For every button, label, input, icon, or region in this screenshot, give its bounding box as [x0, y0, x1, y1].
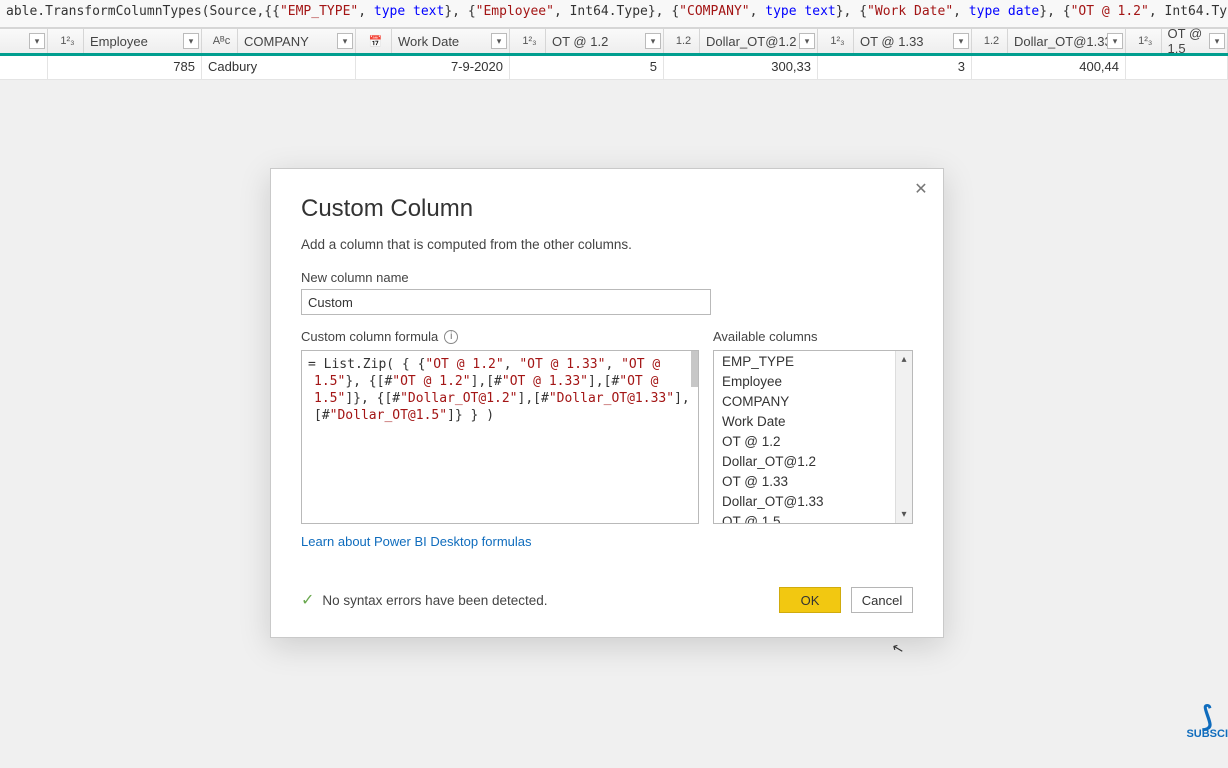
close-icon[interactable]: ✕ — [909, 177, 933, 201]
scroll-down-icon[interactable]: ▾ — [896, 506, 913, 523]
dna-icon: ⟆ — [1186, 706, 1228, 728]
learn-link[interactable]: Learn about Power BI Desktop formulas — [301, 534, 532, 549]
available-column-item[interactable]: OT @ 1.2 — [714, 431, 912, 451]
formula-label-text: Custom column formula — [301, 329, 438, 344]
available-column-item[interactable]: Dollar_OT@1.2 — [714, 451, 912, 471]
scroll-up-icon[interactable]: ▴ — [896, 351, 913, 368]
cancel-button[interactable]: Cancel — [851, 587, 913, 613]
scrollbar-thumb[interactable] — [691, 351, 698, 387]
status-text: No syntax errors have been detected. — [322, 593, 779, 608]
dialog-title: Custom Column — [301, 195, 913, 223]
available-column-item[interactable]: Dollar_OT@1.33 — [714, 491, 912, 511]
formula-input[interactable]: = List.Zip( { {"OT @ 1.2", "OT @ 1.33", … — [301, 350, 699, 524]
check-icon: ✓ — [301, 590, 314, 610]
subscribe-text: SUBSCI — [1186, 728, 1228, 740]
modal-overlay: ✕ Custom Column Add a column that is com… — [0, 0, 1228, 768]
custom-column-dialog: ✕ Custom Column Add a column that is com… — [270, 168, 944, 638]
available-columns-label: Available columns — [713, 329, 913, 344]
dialog-subtitle: Add a column that is computed from the o… — [301, 237, 913, 252]
info-icon[interactable]: i — [444, 330, 458, 344]
available-column-item[interactable]: OT @ 1.33 — [714, 471, 912, 491]
available-column-item[interactable]: Employee — [714, 371, 912, 391]
available-columns-list[interactable]: EMP_TYPEEmployeeCOMPANYWork DateOT @ 1.2… — [713, 350, 913, 524]
list-scrollbar[interactable]: ▴ ▾ — [895, 351, 912, 523]
available-column-item[interactable]: EMP_TYPE — [714, 351, 912, 371]
available-column-item[interactable]: Work Date — [714, 411, 912, 431]
ok-button[interactable]: OK — [779, 587, 841, 613]
new-column-name-input[interactable] — [301, 289, 711, 315]
subscribe-watermark: ⟆ SUBSCI — [1186, 706, 1228, 740]
available-column-item[interactable]: COMPANY — [714, 391, 912, 411]
available-column-item[interactable]: OT @ 1.5 — [714, 511, 912, 524]
new-column-name-label: New column name — [301, 270, 913, 285]
formula-label: Custom column formula i — [301, 329, 699, 344]
